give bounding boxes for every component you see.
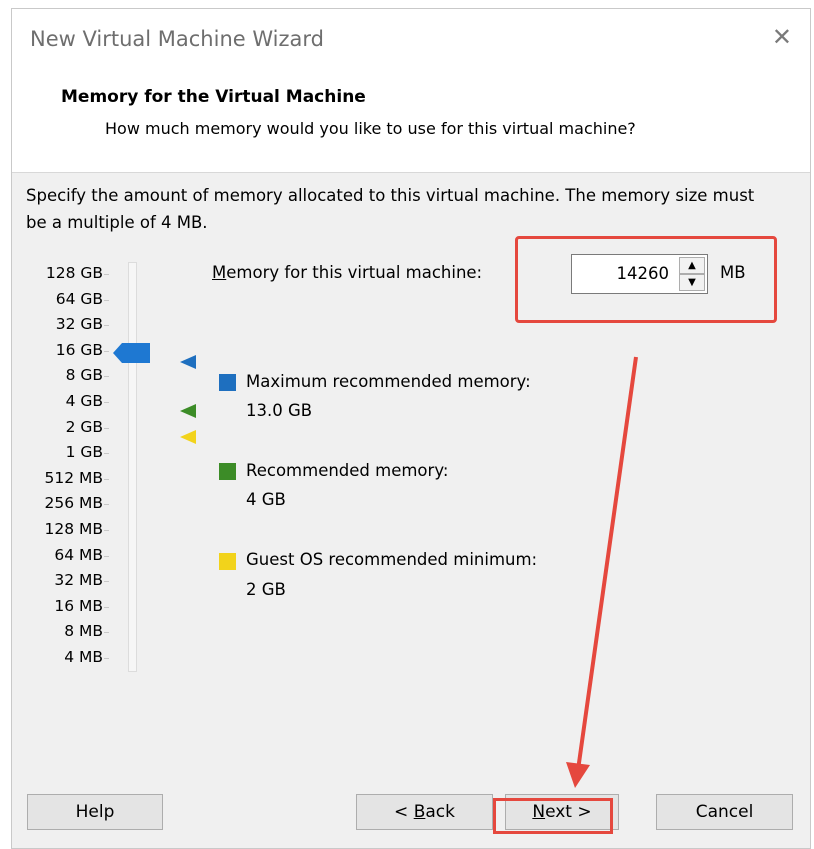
wizard-header: Memory for the Virtual Machine How much … xyxy=(12,71,810,173)
recommended-legend-icon xyxy=(219,463,236,480)
max-recommended-marker-icon xyxy=(180,355,196,369)
max-recommended-legend-icon xyxy=(219,374,236,391)
scale-tick xyxy=(104,658,109,659)
scale-label: 512 MB xyxy=(44,468,103,487)
scale-tick xyxy=(104,581,109,583)
max-recommended-value: 13.0 GB xyxy=(246,401,313,420)
scale-label: 32 GB xyxy=(55,315,103,334)
memory-description: Specify the amount of memory allocated t… xyxy=(26,186,755,232)
guest-minimum-title: Guest OS recommended minimum: xyxy=(246,550,538,569)
guest-minimum-marker-icon xyxy=(180,430,196,444)
scale-tick xyxy=(104,427,109,429)
scale-label: 4 GB xyxy=(65,392,103,410)
scale-label: 16 GB xyxy=(55,340,103,359)
guest-minimum-value: 2 GB xyxy=(246,580,286,599)
next-annotation-box xyxy=(493,798,613,834)
scale-label: 16 MB xyxy=(54,596,103,615)
scale-tick xyxy=(104,632,109,634)
cancel-button[interactable]: Cancel xyxy=(656,794,793,830)
scale-tick xyxy=(104,453,109,455)
annotation-highlight-box xyxy=(515,236,777,323)
scale-label: 256 MB xyxy=(44,494,103,513)
guest-minimum-legend-icon xyxy=(219,553,236,570)
scale-tick xyxy=(104,478,109,480)
memory-slider-track[interactable] xyxy=(128,262,137,672)
scale-tick xyxy=(104,504,109,506)
scale-tick xyxy=(104,402,109,403)
scale-label: 8 MB xyxy=(64,622,103,641)
scale-tick xyxy=(104,299,109,301)
scale-label: 64 GB xyxy=(55,289,103,308)
scale-label: 1 GB xyxy=(65,443,103,462)
max-recommended-title: Maximum recommended memory: xyxy=(246,372,531,391)
title-bar: New Virtual Machine Wizard ✕ xyxy=(12,9,810,71)
scale-label: 128 GB xyxy=(45,264,103,282)
scale-label: 2 GB xyxy=(65,417,103,436)
scale-tick xyxy=(104,606,109,608)
scale-tick xyxy=(104,376,109,378)
back-button[interactable]: < Back xyxy=(356,794,493,830)
recommended-title: Recommended memory: xyxy=(246,461,449,480)
help-button[interactable]: Help xyxy=(27,794,163,830)
scale-tick xyxy=(104,530,109,531)
scale-label: 4 MB xyxy=(64,648,103,666)
scale-tick xyxy=(104,350,109,352)
scale-label: 8 GB xyxy=(65,366,103,385)
scale-label: 32 MB xyxy=(54,571,103,590)
scale-tick xyxy=(104,325,109,327)
scale-tick xyxy=(104,555,109,557)
scale-tick xyxy=(104,274,109,275)
scale-label: 64 MB xyxy=(54,545,103,564)
close-icon[interactable]: ✕ xyxy=(772,25,792,49)
memory-field-label: Memory for this virtual machine: xyxy=(212,263,483,282)
page-title: Memory for the Virtual Machine xyxy=(61,87,366,107)
page-subtitle: How much memory would you like to use fo… xyxy=(105,119,636,138)
scale-label: 128 MB xyxy=(44,520,103,538)
recommended-marker-icon xyxy=(180,404,196,418)
window-title: New Virtual Machine Wizard xyxy=(30,27,324,51)
memory-slider-thumb[interactable] xyxy=(113,343,150,363)
recommended-value: 4 GB xyxy=(246,490,286,509)
